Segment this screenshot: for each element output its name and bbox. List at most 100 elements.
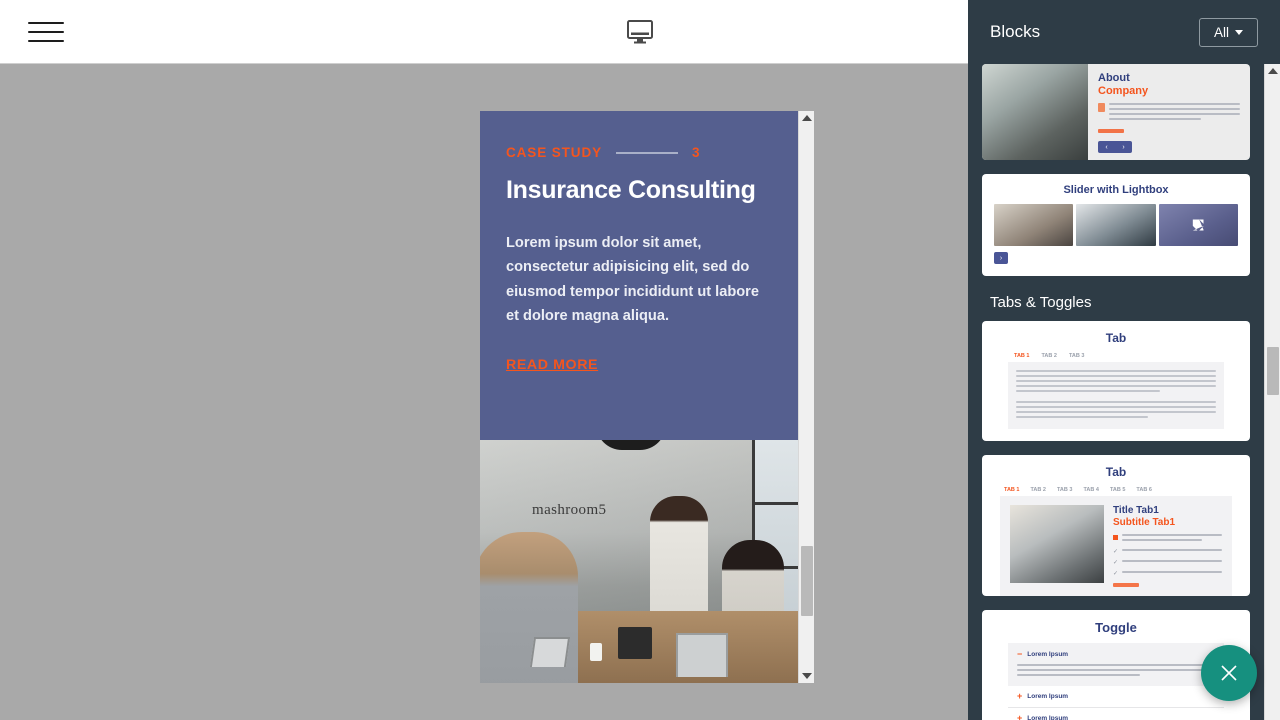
about-company-thumbnail: About Company ‹ › bbox=[982, 64, 1250, 160]
close-icon bbox=[1221, 665, 1237, 681]
block-card-about-company[interactable]: About Company ‹ › bbox=[982, 64, 1250, 160]
category-filter-dropdown[interactable]: All bbox=[1198, 17, 1258, 47]
tab-simple-strip: TAB 1 TAB 2 TAB 3 bbox=[1008, 353, 1224, 359]
photo-coffee-cup bbox=[590, 643, 602, 661]
slider-image-2 bbox=[1076, 204, 1156, 246]
block-card-slider-lightbox[interactable]: Slider with Lightbox › bbox=[982, 174, 1250, 276]
about-read-more-link[interactable] bbox=[1098, 129, 1124, 134]
tab-simple-content bbox=[1008, 362, 1224, 429]
blocks-list: About Company ‹ › Slider with Lightbox ›… bbox=[968, 64, 1264, 720]
slider-thumbnail: Slider with Lightbox › bbox=[982, 174, 1250, 276]
editor-canvas: CASE STUDY 3 Insurance Consulting Lorem … bbox=[0, 0, 968, 720]
tab-image-lead-row bbox=[1113, 534, 1222, 544]
tab-simple-tab-3[interactable]: TAB 3 bbox=[1069, 353, 1084, 359]
slider-caption: Slider with Lightbox bbox=[1063, 184, 1169, 196]
photo-lamp bbox=[596, 440, 666, 450]
about-text-column: About Company ‹ › bbox=[1088, 64, 1250, 160]
hamburger-icon[interactable] bbox=[28, 19, 64, 45]
minus-icon: − bbox=[1017, 649, 1023, 659]
plus-icon: + bbox=[1017, 713, 1023, 720]
photo-laptop-left bbox=[529, 637, 571, 667]
sidebar-header: Blocks All bbox=[968, 0, 1280, 64]
tab-simple-thumbnail: Tab TAB 1 TAB 2 TAB 3 bbox=[982, 321, 1250, 441]
kicker-divider bbox=[616, 151, 679, 154]
toggle-label-3: Lorem Ipsum bbox=[1027, 715, 1069, 720]
site-preview-frame: CASE STUDY 3 Insurance Consulting Lorem … bbox=[480, 111, 814, 683]
sidebar-scrollbar-thumb[interactable] bbox=[1267, 347, 1279, 395]
scroll-up-arrow-icon[interactable] bbox=[799, 111, 814, 125]
tab-image-tab-3[interactable]: TAB 3 bbox=[1057, 487, 1072, 493]
case-study-photo: mashroom5 bbox=[480, 440, 798, 683]
case-study-kicker-label: CASE STUDY bbox=[506, 145, 603, 160]
slider-images bbox=[994, 204, 1238, 246]
tab-image-list-item-3: ✓ bbox=[1113, 571, 1222, 577]
tab-image-thumbnail: Tab TAB 1 TAB 2 TAB 3 TAB 4 TAB 5 TAB 6 … bbox=[982, 455, 1250, 596]
prev-arrow-icon[interactable]: ‹ bbox=[1105, 144, 1107, 151]
case-study-kicker: CASE STUDY 3 bbox=[506, 145, 773, 160]
preview-viewport: CASE STUDY 3 Insurance Consulting Lorem … bbox=[480, 111, 798, 683]
toggle-row-collapsed-2[interactable]: + Lorem Ipsum bbox=[1008, 686, 1224, 708]
case-study-title: Insurance Consulting bbox=[506, 176, 756, 204]
tab-image-link[interactable] bbox=[1113, 583, 1139, 587]
photo-person-presenter bbox=[650, 496, 708, 616]
check-icon: ✓ bbox=[1113, 571, 1119, 577]
close-panel-button[interactable] bbox=[1201, 645, 1257, 701]
toggle-row-expanded[interactable]: − Lorem Ipsum bbox=[1008, 643, 1224, 686]
tab-image-list-item-2: ✓ bbox=[1113, 560, 1222, 566]
toggle-row-collapsed-3[interactable]: + Lorem Ipsum bbox=[1008, 708, 1224, 720]
blocks-sidebar: Blocks All About Company ‹ › Slider with… bbox=[968, 0, 1280, 720]
photo-wall-text: mashroom5 bbox=[532, 502, 607, 518]
tab-image-content: Title Tab1 Subtitle Tab1 ✓ ✓ ✓ bbox=[1000, 496, 1232, 596]
tab-image-photo bbox=[1010, 505, 1104, 583]
sidebar-scrollbar[interactable] bbox=[1264, 64, 1280, 720]
slider-next-button[interactable]: › bbox=[994, 252, 1008, 264]
section-title-tabs-toggles: Tabs & Toggles bbox=[990, 294, 1092, 311]
category-filter-label: All bbox=[1213, 24, 1229, 40]
tab-image-text: Title Tab1 Subtitle Tab1 ✓ ✓ ✓ bbox=[1113, 505, 1222, 587]
check-icon: ✓ bbox=[1113, 560, 1119, 566]
tab-simple-tab-2[interactable]: TAB 2 bbox=[1041, 353, 1056, 359]
about-body-lines bbox=[1098, 103, 1240, 123]
tab-image-tab-1[interactable]: TAB 1 bbox=[1004, 487, 1019, 493]
preview-scrollbar[interactable] bbox=[798, 111, 814, 683]
block-card-tab-with-image[interactable]: Tab TAB 1 TAB 2 TAB 3 TAB 4 TAB 5 TAB 6 … bbox=[982, 455, 1250, 596]
tab-simple-caption: Tab bbox=[1105, 331, 1127, 345]
plus-icon: + bbox=[1017, 691, 1023, 701]
editor-topbar bbox=[0, 0, 968, 64]
toggle-label-2: Lorem Ipsum bbox=[1027, 693, 1069, 700]
about-photo bbox=[982, 64, 1088, 160]
slider-image-3 bbox=[1158, 204, 1238, 246]
photo-laptop-right bbox=[676, 633, 728, 677]
tab-image-list-item-1: ✓ bbox=[1113, 549, 1222, 555]
desktop-monitor-icon[interactable] bbox=[620, 14, 660, 50]
about-title-line1: About bbox=[1098, 72, 1130, 84]
toggle-label-1: Lorem Ipsum bbox=[1027, 651, 1069, 658]
toggle-panel: − Lorem Ipsum + Lorem Ipsum + Lorem Ipsu… bbox=[1008, 643, 1224, 720]
about-slider-nav[interactable]: ‹ › bbox=[1098, 141, 1132, 154]
app-root: CASE STUDY 3 Insurance Consulting Lorem … bbox=[0, 0, 1280, 720]
sidebar-scroll-up-arrow-icon[interactable] bbox=[1265, 64, 1280, 78]
case-study-body: Lorem ipsum dolor sit amet, consectetur … bbox=[506, 234, 759, 325]
chevron-down-icon bbox=[1235, 29, 1243, 35]
tab-image-strip: TAB 1 TAB 2 TAB 3 TAB 4 TAB 5 TAB 6 bbox=[982, 487, 1250, 493]
block-card-tab-simple[interactable]: Tab TAB 1 TAB 2 TAB 3 bbox=[982, 321, 1250, 441]
about-person-icon bbox=[1098, 103, 1105, 113]
tab-image-tab-2[interactable]: TAB 2 bbox=[1030, 487, 1045, 493]
tab-image-tab-4[interactable]: TAB 4 bbox=[1083, 487, 1098, 493]
tab-image-subtitle: Subtitle Tab1 bbox=[1113, 517, 1176, 528]
read-more-link[interactable]: READ MORE bbox=[506, 357, 598, 373]
tab-image-tab-6[interactable]: TAB 6 bbox=[1136, 487, 1151, 493]
check-icon: ✓ bbox=[1113, 549, 1119, 555]
tab-simple-panel: TAB 1 TAB 2 TAB 3 bbox=[1008, 353, 1224, 429]
slider-image-1 bbox=[994, 204, 1074, 246]
tab-simple-tab-1[interactable]: TAB 1 bbox=[1014, 353, 1029, 359]
sidebar-title: Blocks bbox=[990, 22, 1041, 41]
tab-image-title: Title Tab1 bbox=[1113, 505, 1159, 516]
next-arrow-icon[interactable]: › bbox=[1122, 144, 1124, 151]
tab-image-tab-5[interactable]: TAB 5 bbox=[1110, 487, 1125, 493]
toggle-caption: Toggle bbox=[1095, 620, 1137, 635]
photo-laptop-center bbox=[618, 627, 652, 659]
preview-scrollbar-thumb[interactable] bbox=[801, 546, 813, 616]
tab-image-caption: Tab bbox=[1105, 465, 1127, 479]
scroll-down-arrow-icon[interactable] bbox=[799, 669, 814, 683]
